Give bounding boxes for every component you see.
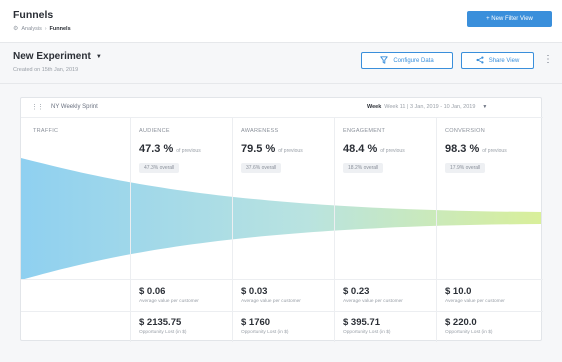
stage-percent-note: of previous xyxy=(380,148,405,154)
analysis-icon: ⚙ xyxy=(13,26,19,32)
funnel-shape xyxy=(21,158,541,280)
filter-icon xyxy=(380,55,388,66)
stage-label: ENGAGEMENT xyxy=(343,128,386,134)
avg-value: $ 0.03 xyxy=(241,286,268,297)
avg-value: $ 0.23 xyxy=(343,286,370,297)
opportunity-lost-value: $ 395.71 xyxy=(343,317,380,328)
card-header: ⋮⋮ NY Weekly Sprint Week Week 11 | 3 Jan… xyxy=(21,98,543,118)
experiment-title-dropdown[interactable]: New Experiment ▼ xyxy=(13,51,102,62)
opportunity-lost-value: $ 2135.75 xyxy=(139,317,182,328)
column-divider xyxy=(232,118,233,342)
traffic-label: TRAFFIC xyxy=(33,128,59,134)
share-view-label: Share View xyxy=(488,57,520,64)
app-title: Funnels xyxy=(13,9,54,21)
experiment-title: New Experiment xyxy=(13,51,91,62)
experiment-created-date: Created on 15th Jan, 2019 xyxy=(13,67,79,73)
more-options-icon[interactable]: ⋮ xyxy=(543,55,553,65)
sprint-name: NY Weekly Sprint xyxy=(51,104,98,110)
share-view-button[interactable]: Share View xyxy=(461,52,534,69)
overall-badge: 17.9% overall xyxy=(445,163,486,173)
overall-badge: 47.3% overall xyxy=(139,163,180,173)
opportunity-lost-value: $ 1760 xyxy=(241,317,271,328)
avg-value-caption: Average value per customer xyxy=(241,299,301,304)
opportunity-lost-caption: Opportunity Lost (in $) xyxy=(241,330,289,335)
stage-percent-value: 79.5 % xyxy=(241,143,276,155)
experiment-header: New Experiment ▼ Created on 15th Jan, 20… xyxy=(0,42,562,84)
column-divider xyxy=(436,118,437,342)
column-divider xyxy=(334,118,335,342)
caret-down-icon: ▼ xyxy=(482,104,488,110)
stage-label: CONVERSION xyxy=(445,128,485,134)
new-filter-view-button[interactable]: + New Filter View xyxy=(467,11,552,27)
week-label: Week xyxy=(367,104,382,110)
avg-value-caption: Average value per customer xyxy=(343,299,403,304)
drag-handle-icon[interactable]: ⋮⋮ xyxy=(31,103,44,111)
stage-percent-value: 98.3 % xyxy=(445,143,480,155)
stage-label: AWARENESS xyxy=(241,128,279,134)
overall-badge: 37.6% overall xyxy=(241,163,282,173)
stage-percent: 48.4 % of previous xyxy=(343,143,405,155)
stage-percent: 98.3 % of previous xyxy=(445,143,507,155)
opportunity-lost-caption: Opportunity Lost (in $) xyxy=(139,330,187,335)
row-divider xyxy=(21,311,543,312)
breadcrumb-current: Funnels xyxy=(49,25,71,32)
funnel-card: ⋮⋮ NY Weekly Sprint Week Week 11 | 3 Jan… xyxy=(20,97,543,342)
stage-percent-value: 48.4 % xyxy=(343,143,378,155)
breadcrumb-separator: › xyxy=(44,25,47,32)
breadcrumb: ⚙ Analysis › Funnels xyxy=(13,25,71,33)
stage-percent: 47.3 % of previous xyxy=(139,143,201,155)
configure-data-button[interactable]: Configure Data xyxy=(361,52,453,69)
stage-percent-note: of previous xyxy=(176,148,201,154)
opportunity-lost-caption: Opportunity Lost (in $) xyxy=(445,330,493,335)
avg-value: $ 0.06 xyxy=(139,286,166,297)
avg-value: $ 10.0 xyxy=(445,286,472,297)
opportunity-lost-value: $ 220.0 xyxy=(445,317,477,328)
column-divider xyxy=(130,118,131,342)
week-selector[interactable]: Week Week 11 | 3 Jan, 2019 - 10 Jan, 201… xyxy=(367,104,487,110)
stage-percent-note: of previous xyxy=(278,148,303,154)
top-bar: Funnels ⚙ Analysis › Funnels + New Filte… xyxy=(0,0,562,42)
breadcrumb-parent[interactable]: Analysis xyxy=(21,26,41,32)
week-range: Week 11 | 3 Jan, 2019 - 10 Jan, 2019 xyxy=(384,104,476,110)
avg-value-caption: Average value per customer xyxy=(139,299,199,304)
row-divider xyxy=(21,279,543,280)
stage-percent-value: 47.3 % xyxy=(139,143,174,155)
configure-data-label: Configure Data xyxy=(393,57,434,64)
opportunity-lost-caption: Opportunity Lost (in $) xyxy=(343,330,391,335)
caret-down-icon: ▼ xyxy=(95,53,102,60)
share-icon xyxy=(476,55,484,66)
new-filter-view-label: + New Filter View xyxy=(486,16,533,22)
overall-badge: 18.2% overall xyxy=(343,163,384,173)
avg-value-caption: Average value per customer xyxy=(445,299,505,304)
stage-percent-note: of previous xyxy=(482,148,507,154)
stage-percent: 79.5 % of previous xyxy=(241,143,303,155)
stage-label: AUDIENCE xyxy=(139,128,170,134)
